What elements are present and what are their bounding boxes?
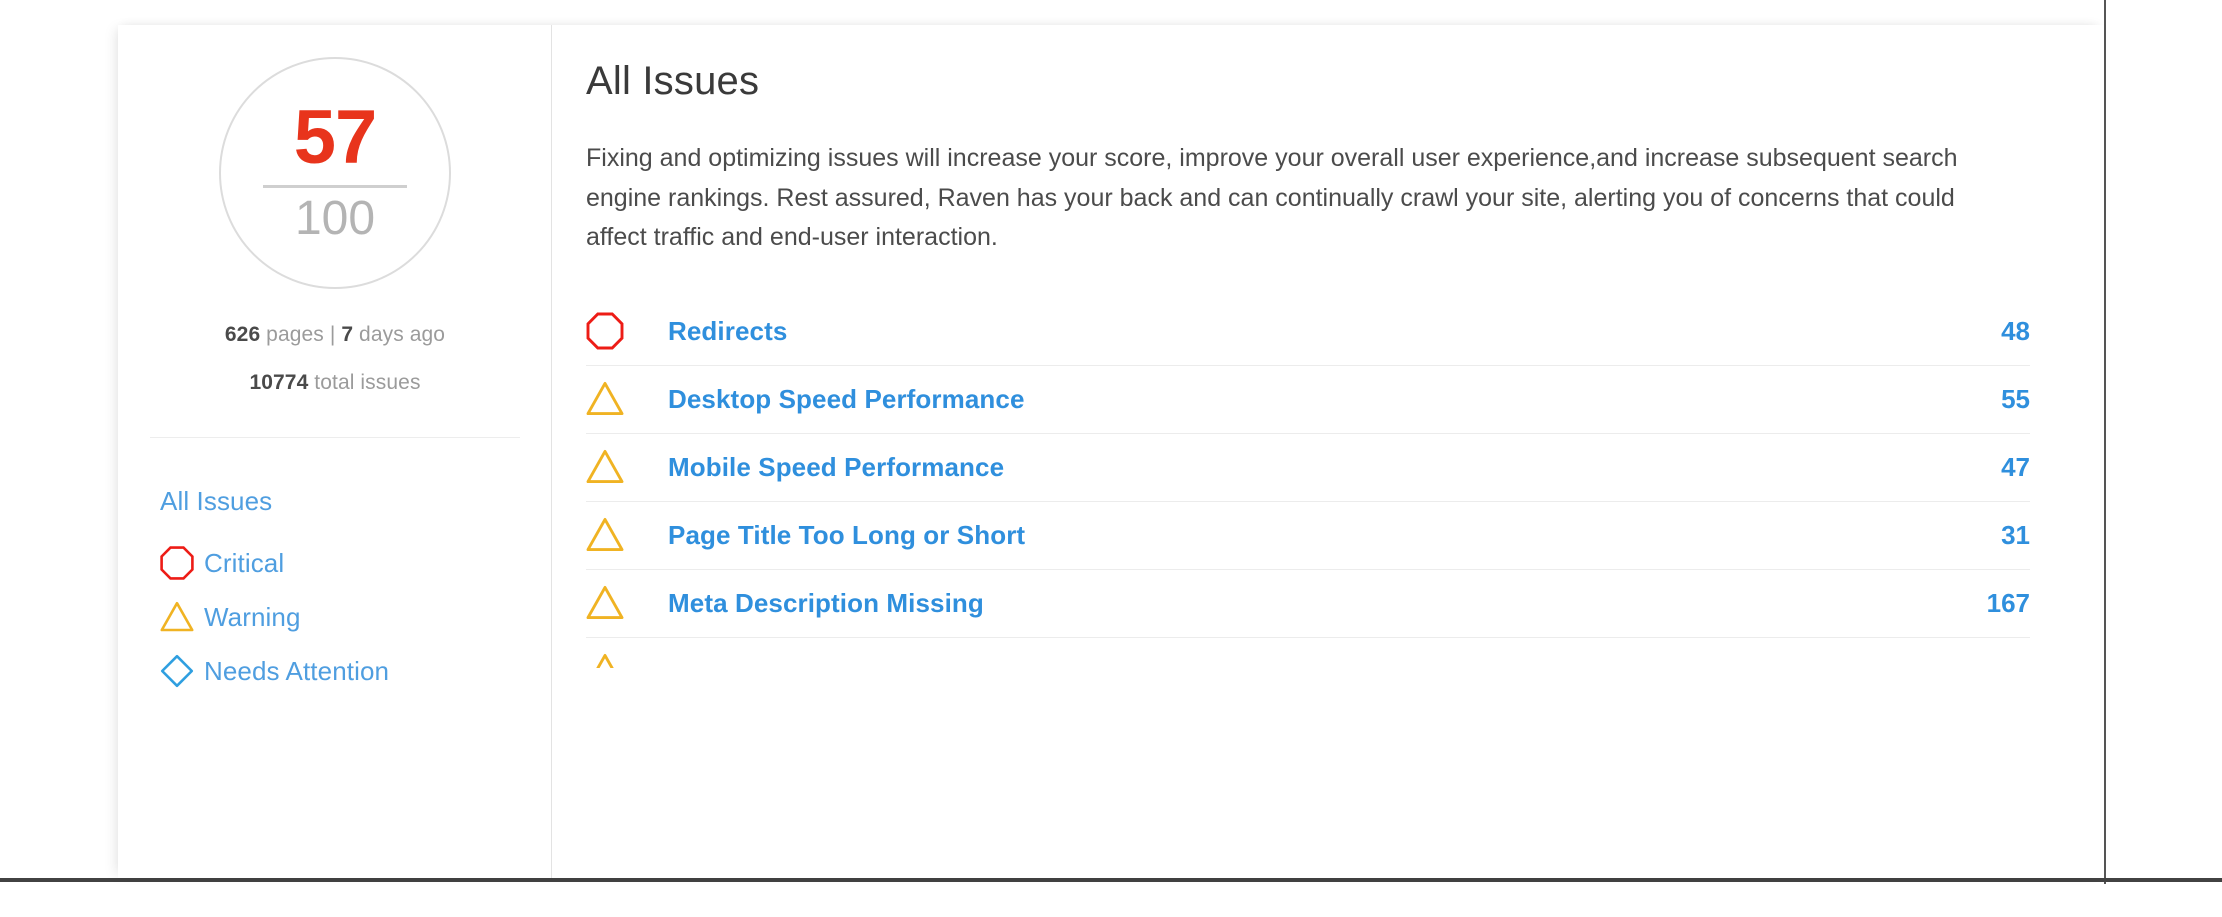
sidebar: 57 100 626 pages | 7 days ago 10774 tota… (118, 25, 552, 878)
issue-label: Page Title Too Long or Short (668, 519, 1026, 550)
sidebar-item-needs-attention[interactable]: Needs Attention (160, 644, 552, 698)
issue-row[interactable]: Redirects 48 (586, 298, 2030, 366)
issue-row[interactable]: Desktop Speed Performance 55 (586, 366, 2030, 434)
score-circle: 57 100 (219, 57, 451, 289)
triangle-icon (586, 448, 668, 486)
issue-row[interactable]: Page Title Too Long or Short 31 (586, 502, 2030, 570)
triangle-icon (586, 380, 668, 418)
score-gauge: 57 100 (118, 57, 552, 289)
intro-paragraph: Fixing and optimizing issues will increa… (586, 144, 1958, 251)
issue-row[interactable]: Meta Description Missing 167 (586, 570, 2030, 638)
triangle-icon (586, 584, 668, 622)
sidebar-item-label: Warning (204, 601, 301, 632)
issue-label: Redirects (668, 315, 788, 346)
sidebar-item-label: Critical (204, 547, 285, 578)
octagon-icon (160, 546, 204, 580)
sidebar-item-label: Needs Attention (204, 655, 390, 686)
issue-list: Redirects 48 Desktop Speed Performance 5… (586, 298, 2030, 668)
triangle-icon (586, 652, 668, 668)
triangle-icon (586, 516, 668, 554)
pages-crawled-meta: 626 pages | 7 days ago (118, 323, 552, 347)
issue-filter-nav: All Issues Critical Warning Needs Attent… (118, 474, 552, 698)
score-divider-rule (263, 184, 407, 188)
pages-label: pages | (260, 323, 342, 346)
sidebar-item-warning[interactable]: Warning (160, 590, 552, 644)
sidebar-horizontal-divider (150, 437, 520, 438)
issue-count: 48 (2001, 315, 2030, 346)
sidebar-item-label: All Issues (160, 485, 273, 516)
pages-count: 626 (224, 323, 261, 346)
issue-label: Desktop Speed Performance (668, 383, 1025, 414)
issue-row[interactable]: Mobile Speed Performance 47 (586, 434, 2030, 502)
score-value: 57 (293, 94, 378, 180)
issue-label: Mobile Speed Performance (668, 451, 1005, 482)
crawled-days-number: 7 (341, 323, 354, 346)
issue-count: 31 (2001, 519, 2030, 550)
issue-count: 167 (1986, 587, 2030, 618)
crawled-days-label: days ago (353, 323, 446, 346)
total-issues-label: total issues (308, 371, 421, 394)
sidebar-item-all-issues[interactable]: All Issues (160, 474, 552, 528)
site-auditor-card: 57 100 626 pages | 7 days ago 10774 tota… (118, 25, 2104, 878)
screenshot-viewport: 57 100 626 pages | 7 days ago 10774 tota… (0, 0, 2222, 917)
issue-count: 55 (2001, 383, 2030, 414)
total-issues-meta: 10774 total issues (118, 371, 552, 395)
issue-row[interactable] (586, 638, 2030, 668)
window-right-edge (2104, 0, 2106, 884)
diamond-icon (160, 654, 204, 688)
window-bottom-edge (0, 878, 2222, 882)
sidebar-item-critical[interactable]: Critical (160, 536, 552, 590)
main-content: All Issues Fixing and optimizing issues … (552, 25, 2104, 878)
issue-count: 47 (2001, 451, 2030, 482)
triangle-icon (160, 600, 204, 634)
issue-label: Meta Description Missing (668, 587, 984, 618)
page-title: All Issues (586, 59, 760, 103)
score-max-value: 100 (294, 191, 376, 245)
octagon-icon (586, 312, 668, 350)
total-issues-count: 10774 (249, 371, 309, 394)
